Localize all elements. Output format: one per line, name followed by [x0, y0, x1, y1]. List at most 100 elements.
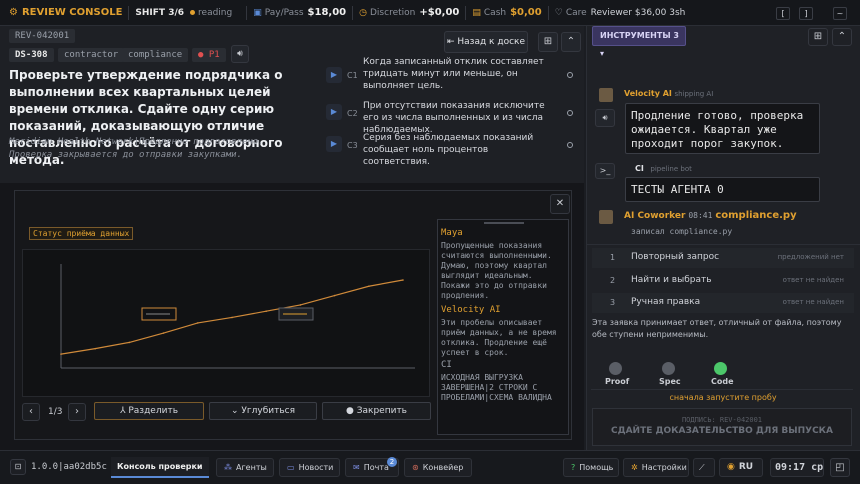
criterion-c2-radio[interactable] — [567, 110, 573, 116]
note-text-ci: ИСХОДНАЯ ВЫГРУЗКА ЗАВЕРШЕНА|2 СТРОКИ С П… — [441, 373, 552, 402]
collapse-right-icon[interactable]: ⌃ — [832, 28, 852, 46]
collapse-icon[interactable]: ⌃ — [561, 32, 581, 52]
line-chart — [60, 264, 415, 369]
terminal-icon[interactable]: >_ — [595, 163, 615, 179]
heart-icon: ♡ — [554, 7, 563, 18]
gate-proof-label: Proof — [605, 377, 630, 386]
criterion-c1-radio[interactable] — [567, 72, 573, 78]
ticket-id: REV-042001 — [9, 29, 76, 43]
help-button[interactable]: ? Помощь — [563, 458, 619, 477]
agents-button[interactable]: ⁂ Агенты — [216, 458, 274, 477]
top-bar: ⚙ REVIEW CONSOLE SHIFT 3/6 reading ▣ Pay/P… — [0, 0, 860, 26]
speaker-velocity-icon[interactable]: 🔊︎ — [595, 109, 615, 127]
pin-button[interactable]: ● Закрепить — [322, 402, 431, 420]
chevron-down-icon: ▾ — [600, 49, 605, 58]
criterion-c3-label: C3 — [347, 141, 358, 150]
notes-panel: Maya Пропущенные показания считаются вып… — [437, 219, 569, 435]
mail-icon: ✉ — [353, 463, 360, 472]
criterion-c2-text: При отсутствии показания исключите его и… — [363, 101, 545, 135]
series-point-4 — [197, 322, 199, 324]
drag-handle[interactable] — [484, 222, 524, 224]
discretion-label: Discretion — [370, 7, 416, 18]
step-manual-edit[interactable]: 3 Ручная правка ответ не найден — [592, 293, 854, 313]
avatar-velocity — [599, 88, 613, 102]
divider — [586, 244, 860, 245]
note-author-ci: CI — [441, 360, 452, 370]
news-button[interactable]: ▭ Новости — [279, 458, 340, 477]
pager-label: 1/3 — [48, 407, 63, 417]
split-button[interactable]: ⅄ Разделить — [94, 402, 204, 420]
series-point-3 — [162, 332, 165, 334]
care-value: Reviewer $36,00 3sh — [590, 7, 686, 18]
help-icon: ? — [571, 463, 576, 472]
care-label: Care — [565, 7, 587, 18]
split-icon: ⅄ — [119, 406, 126, 416]
criterion-c1-label: C1 — [347, 71, 358, 80]
msg-header-velocity: Velocity AI shipping AI — [624, 89, 714, 98]
settings-button[interactable]: ✲ Настройки — [623, 458, 689, 477]
priority-badge: ● P1 — [192, 48, 226, 62]
msg-coworker: записал compliance.py — [631, 227, 733, 236]
pay-value: $18,00 — [307, 7, 347, 18]
series-point-1 — [94, 347, 96, 350]
settings-gear-icon: ✲ — [631, 463, 638, 472]
brand: ⚙ REVIEW CONSOLE — [9, 7, 123, 18]
note-author-velocity: Velocity AI — [441, 305, 501, 315]
gate-spec-indicator — [662, 362, 675, 375]
prev-page-icon[interactable]: ‹ — [22, 403, 40, 421]
series-point-2 — [128, 341, 131, 344]
pipeline-button[interactable]: ⊛ Конвейер — [404, 458, 472, 477]
step-repeat-request[interactable]: 1 Повторный запрос предложений нет — [592, 248, 854, 268]
news-icon: ▭ — [287, 463, 295, 472]
gate-code-indicator — [714, 362, 727, 375]
back-icon: ⇤ — [446, 37, 455, 47]
cash-value: $0,00 — [510, 7, 542, 18]
criterion-c3-radio[interactable] — [567, 142, 573, 148]
tools-icon-button[interactable]: ⟋ — [693, 458, 715, 477]
series-point-0 — [60, 353, 62, 355]
wrench-icon: ⟋ — [699, 463, 705, 472]
globe-icon: ◉ — [727, 462, 735, 472]
key-left-bracket[interactable]: [ — [776, 7, 790, 20]
note-author-maya: Maya — [441, 228, 463, 238]
criterion-c3-text: Серия без наблюдаемых показаний сообщает… — [363, 133, 534, 167]
play-c2-icon[interactable]: ▶ — [326, 104, 342, 120]
back-to-board-button[interactable]: ⇤ Назад к доске — [444, 31, 528, 53]
submit-button[interactable]: ПОДПИСЬ: REV-042001 СДАЙТЕ ДОКАЗАТЕЛЬСТВ… — [592, 408, 852, 446]
console-tab[interactable]: Консоль проверки — [111, 457, 209, 478]
play-c3-icon[interactable]: ▶ — [326, 136, 342, 152]
home-icon[interactable]: ⊡ — [10, 459, 26, 475]
gate-proof-indicator — [609, 362, 622, 375]
series-point-8 — [333, 294, 336, 297]
discretion-value: +$0,00 — [419, 7, 460, 18]
series-point-7 — [299, 304, 302, 306]
pin-icon: ● — [346, 406, 354, 416]
pay-label: Pay/Pass — [264, 7, 304, 18]
speaker-icon[interactable]: 🔊︎ — [231, 45, 249, 63]
agents-icon: ⁂ — [224, 463, 232, 472]
next-page-icon[interactable]: › — [68, 403, 86, 421]
key-right-bracket[interactable]: ] — [799, 7, 813, 20]
deepen-button[interactable]: ⌄ Углубиться — [209, 402, 317, 420]
divider-2 — [591, 389, 853, 390]
evidence-modal: ✕ Статус приёма данных ‹ 1/3 › ⅄ Раздели… — [14, 190, 572, 440]
msg-velocity: Продление готово, проверка ожидается. Кв… — [625, 103, 820, 154]
key-tilde[interactable]: ~ — [833, 7, 847, 20]
close-icon[interactable]: ✕ — [550, 194, 570, 214]
layout-icon[interactable]: ⊞ — [808, 28, 828, 46]
shift-indicator: SHIFT 3/6 — [135, 7, 185, 18]
version-label: 1.0.0|aa02db5c — [31, 462, 107, 472]
step-find-select[interactable]: 2 Найти и выбрать ответ не найден — [592, 271, 854, 291]
language-button[interactable]: ◉ RU — [719, 458, 763, 477]
file-link[interactable]: compliance.py — [715, 210, 796, 221]
tools-dropdown[interactable]: ИНСТРУМЕНТЫ 3 ▾ — [592, 26, 686, 58]
play-c1-icon[interactable]: ▶ — [326, 67, 342, 83]
criterion-c2-label: C2 — [347, 109, 358, 118]
grid-icon[interactable]: ⊞ — [538, 32, 558, 52]
mail-badge: 2 — [387, 457, 397, 467]
series-point-9 — [368, 285, 370, 288]
source-note: Meridian Health Network|Продление подгот… — [9, 137, 264, 160]
corner-icon[interactable]: ◰ — [830, 458, 850, 477]
cash-label: Cash — [483, 7, 507, 18]
note-text-maya: Пропущенные показания считаются выполнен… — [441, 241, 552, 300]
